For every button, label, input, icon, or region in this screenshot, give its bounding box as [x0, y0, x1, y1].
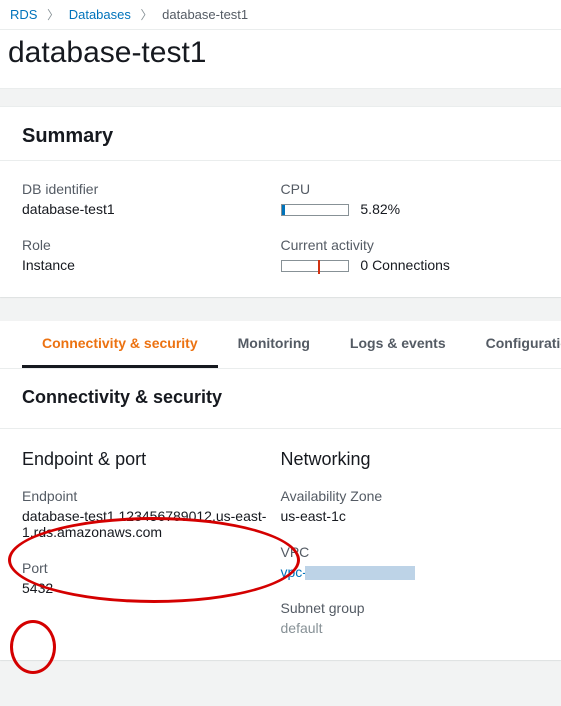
activity-text: 0 Connections	[360, 257, 450, 273]
connectivity-heading: Connectivity & security	[22, 387, 539, 408]
summary-heading: Summary	[22, 125, 539, 148]
tab-monitoring[interactable]: Monitoring	[218, 321, 330, 368]
cpu-percent: 5.82%	[360, 201, 400, 217]
tab-logs[interactable]: Logs & events	[330, 321, 466, 368]
vpc-link[interactable]: vpc-	[281, 564, 307, 580]
activity-value: 0 Connections	[281, 257, 528, 273]
endpoint-port-heading: Endpoint & port	[22, 449, 269, 470]
activity-label: Current activity	[281, 237, 528, 253]
activity-meter-icon	[281, 260, 349, 272]
vpc-value: vpc-	[281, 564, 528, 580]
cpu-meter-icon	[281, 204, 349, 216]
az-label: Availability Zone	[281, 488, 528, 504]
db-identifier-value: database-test1	[22, 201, 269, 217]
endpoint-value: database-test1.123456789012.us-east-1.rd…	[22, 508, 269, 540]
db-identifier-label: DB identifier	[22, 181, 269, 197]
az-value: us-east-1c	[281, 508, 528, 524]
chevron-right-icon: 〉	[141, 8, 153, 22]
role-value: Instance	[22, 257, 269, 273]
port-value: 5432	[22, 580, 269, 596]
breadcrumb-rds[interactable]: RDS	[10, 7, 37, 22]
summary-panel: Summary DB identifier database-test1 Rol…	[0, 107, 561, 297]
networking-heading: Networking	[281, 449, 528, 470]
tab-connectivity[interactable]: Connectivity & security	[22, 321, 218, 368]
breadcrumb-current: database-test1	[162, 7, 248, 22]
vpc-label: VPC	[281, 544, 528, 560]
vpc-redacted-icon	[305, 566, 415, 580]
tabs: Connectivity & security Monitoring Logs …	[0, 321, 561, 369]
chevron-right-icon: 〉	[47, 8, 59, 22]
breadcrumb: RDS 〉 Databases 〉 database-test1	[0, 0, 561, 30]
tab-configuration[interactable]: Configuration	[466, 321, 561, 368]
subnet-label: Subnet group	[281, 600, 528, 616]
endpoint-label: Endpoint	[22, 488, 269, 504]
role-label: Role	[22, 237, 269, 253]
connectivity-panel: Connectivity & security Endpoint & port …	[0, 369, 561, 660]
breadcrumb-databases[interactable]: Databases	[69, 7, 131, 22]
subnet-value: default	[281, 620, 528, 636]
cpu-value: 5.82%	[281, 201, 528, 217]
port-label: Port	[22, 560, 269, 576]
page-title: database-test1	[0, 30, 561, 89]
cpu-label: CPU	[281, 181, 528, 197]
